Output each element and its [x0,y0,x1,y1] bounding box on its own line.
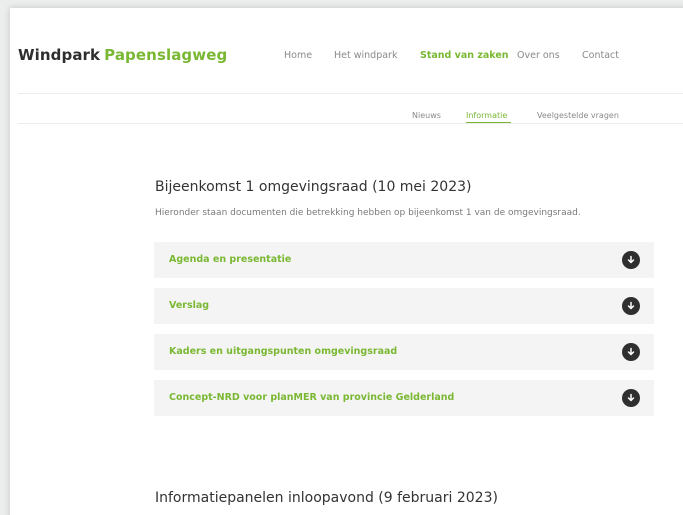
nav-contact[interactable]: Contact [582,50,619,61]
document-item[interactable]: Concept-NRD voor planMER van provincie G… [154,380,654,416]
subnav-nieuws[interactable]: Nieuws [412,111,441,120]
download-icon[interactable] [622,297,640,315]
section-title-bijeenkomst: Bijeenkomst 1 omgevingsraad (10 mei 2023… [155,179,472,195]
document-item[interactable]: Kaders en uitgangspunten omgevingsraad [154,334,654,370]
download-icon[interactable] [622,343,640,361]
download-icon[interactable] [622,389,640,407]
document-label: Kaders en uitgangspunten omgevingsraad [169,346,398,357]
document-item[interactable]: Verslag [154,288,654,324]
nav-het-windpark[interactable]: Het windpark [334,50,397,61]
nav-home[interactable]: Home [284,50,312,61]
nav-over-ons[interactable]: Over ons [517,50,560,61]
document-item[interactable]: Agenda en presentatie [154,242,654,278]
nav-stand-van-zaken[interactable]: Stand van zaken [420,50,509,61]
section-description: Hieronder staan documenten die betrekkin… [155,208,581,218]
page-frame: Windpark Papenslagweg Home Het windpark S… [10,8,683,515]
main-nav: Home Het windpark Stand van zaken Over o… [10,50,683,64]
subnav-divider [18,123,683,124]
header-divider [18,93,683,94]
section-title-informatiepanelen: Informatiepanelen inloopavond (9 februar… [155,490,498,506]
document-label: Agenda en presentatie [169,254,292,265]
document-label: Concept-NRD voor planMER van provincie G… [169,392,455,403]
download-icon[interactable] [622,251,640,269]
document-label: Verslag [169,300,210,311]
subnav-informatie[interactable]: Informatie [466,111,507,120]
subnav-veelgestelde-vragen[interactable]: Veelgestelde vragen [537,111,619,120]
